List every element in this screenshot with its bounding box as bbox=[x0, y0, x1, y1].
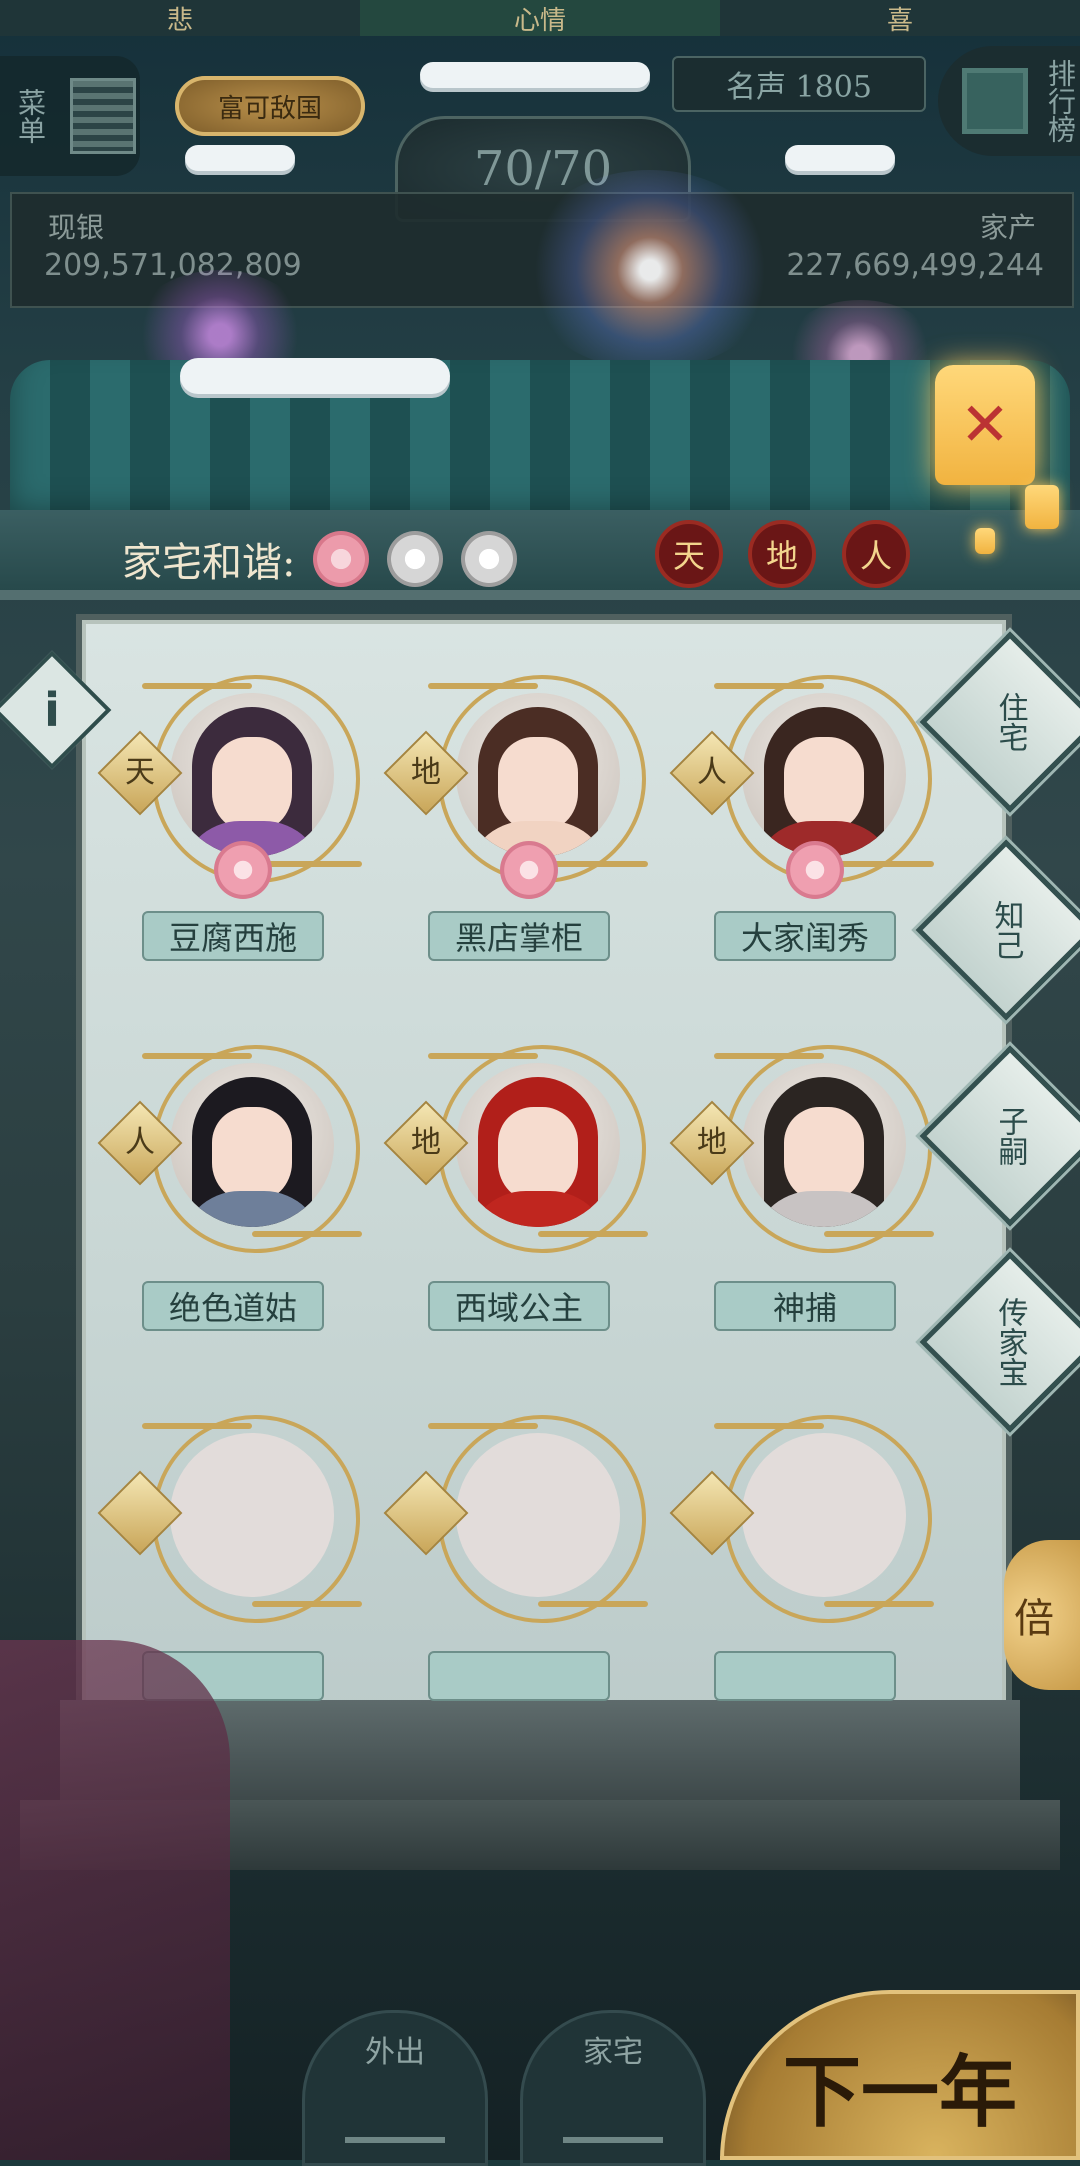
ranking-button[interactable]: 排行榜 bbox=[938, 46, 1080, 156]
snow-decoration bbox=[785, 145, 895, 171]
lantern-icon bbox=[975, 528, 995, 554]
rank-label: 地 bbox=[697, 1125, 727, 1160]
ranking-icon bbox=[962, 68, 1028, 134]
companion-slot[interactable]: 地 神捕 bbox=[669, 1035, 934, 1335]
home-button[interactable]: 家宅 bbox=[520, 2010, 706, 2166]
outing-button[interactable]: 外出 bbox=[302, 2010, 488, 2166]
cloud-ornament bbox=[252, 1231, 362, 1237]
menu-button[interactable]: 菜单 bbox=[0, 56, 140, 176]
lantern-icon[interactable]: ✕ bbox=[935, 365, 1035, 485]
snow-decoration bbox=[180, 358, 450, 394]
ren-seal[interactable]: 人 bbox=[842, 520, 910, 588]
companion-portrait bbox=[742, 1063, 906, 1227]
rank-label: 天 bbox=[125, 755, 155, 790]
face bbox=[498, 737, 578, 833]
empty-companion-slot[interactable] bbox=[669, 1405, 934, 1705]
empty-portrait bbox=[742, 1433, 906, 1597]
companion-name: 大家闺秀 bbox=[714, 911, 896, 961]
cloud-ornament bbox=[824, 1231, 934, 1237]
tab-offspring-label: 子嗣 bbox=[992, 1106, 1028, 1166]
title-badge[interactable]: 富可敌国 bbox=[175, 76, 365, 136]
harmony-indicator: 家宅和谐: bbox=[122, 530, 518, 588]
rank-label: 人 bbox=[697, 755, 727, 790]
rank-label: 地 bbox=[411, 1125, 441, 1160]
companion-name: 豆腐西施 bbox=[142, 911, 324, 961]
empty-nameplate bbox=[428, 1651, 610, 1701]
carriage-icon bbox=[345, 2077, 445, 2143]
blossom-icon bbox=[214, 841, 272, 899]
empty-nameplate bbox=[714, 1651, 896, 1701]
snow-decoration bbox=[185, 145, 295, 171]
harmony-flower-icon bbox=[313, 531, 370, 587]
companion-portrait bbox=[170, 1063, 334, 1227]
harmony-label: 家宅和谐: bbox=[122, 540, 296, 586]
cloud-ornament bbox=[824, 1601, 934, 1607]
tian-seal[interactable]: 天 bbox=[655, 520, 723, 588]
companion-name: 神捕 bbox=[714, 1281, 896, 1331]
face bbox=[498, 1107, 578, 1203]
companion-slot[interactable]: 人 大家闺秀 bbox=[669, 665, 934, 965]
tab-confidante-label: 知己 bbox=[988, 900, 1024, 960]
blossom-icon bbox=[500, 841, 558, 899]
outing-label: 外出 bbox=[365, 2035, 425, 2070]
list-icon bbox=[70, 78, 136, 154]
harmony-flower-icon bbox=[461, 531, 518, 587]
companion-name: 绝色道姑 bbox=[142, 1281, 324, 1331]
assets-value: 227,669,499,244 bbox=[786, 248, 1044, 283]
roof-tiles bbox=[10, 360, 1070, 530]
roof: 家宅和谐: 天 地 人 bbox=[0, 358, 1080, 600]
assets-label: 家产 bbox=[979, 211, 1036, 244]
mood-bar: 悲 心情 喜 bbox=[0, 0, 1080, 36]
snow-decoration bbox=[420, 62, 650, 88]
face bbox=[784, 737, 864, 833]
companion-slot[interactable]: 地 西域公主 bbox=[383, 1035, 648, 1335]
rank-label: 地 bbox=[411, 755, 441, 790]
cloud-ornament bbox=[252, 1601, 362, 1607]
house-icon bbox=[563, 2077, 663, 2143]
di-seal[interactable]: 地 bbox=[748, 520, 816, 588]
empty-portrait bbox=[170, 1433, 334, 1597]
rank-label: 人 bbox=[125, 1125, 155, 1160]
ranking-label: 排行榜 bbox=[1044, 59, 1077, 143]
companion-slot[interactable]: 天 豆腐西施 bbox=[97, 665, 362, 965]
companion-slot[interactable]: 地 黑店掌柜 bbox=[383, 665, 648, 965]
empty-companion-slot[interactable] bbox=[383, 1405, 648, 1705]
companion-name: 黑店掌柜 bbox=[428, 911, 610, 961]
face bbox=[212, 1107, 292, 1203]
mood-title: 心情 bbox=[360, 0, 720, 36]
companion-name: 西域公主 bbox=[428, 1281, 610, 1331]
empty-portrait bbox=[456, 1433, 620, 1597]
menu-label: 菜单 bbox=[14, 88, 47, 144]
companion-portrait bbox=[170, 693, 334, 857]
tab-residence-label: 住宅 bbox=[992, 692, 1028, 752]
companion-slot[interactable]: 人 绝色道姑 bbox=[97, 1035, 362, 1335]
home-label: 家宅 bbox=[583, 2035, 643, 2070]
tab-heirloom-label: 传家宝 bbox=[992, 1297, 1028, 1387]
cloud-ornament bbox=[538, 1231, 648, 1237]
harmony-flower-icon bbox=[387, 531, 444, 587]
mood-happy-label: 喜 bbox=[886, 5, 913, 36]
companion-portrait bbox=[456, 1063, 620, 1227]
double-reward-button[interactable]: 倍 bbox=[1004, 1540, 1080, 1690]
info-icon: i bbox=[44, 683, 60, 737]
face bbox=[212, 737, 292, 833]
mood-sad-label: 悲 bbox=[166, 5, 193, 36]
firework-decoration bbox=[520, 170, 780, 370]
cash-label: 现银 bbox=[48, 211, 105, 244]
blossom-icon bbox=[786, 841, 844, 899]
lantern-icon bbox=[1025, 485, 1059, 529]
companion-portrait bbox=[456, 693, 620, 857]
fame-display: 名声 1805 bbox=[672, 56, 926, 112]
cloud-ornament bbox=[538, 1601, 648, 1607]
companion-portrait bbox=[742, 693, 906, 857]
face bbox=[784, 1107, 864, 1203]
